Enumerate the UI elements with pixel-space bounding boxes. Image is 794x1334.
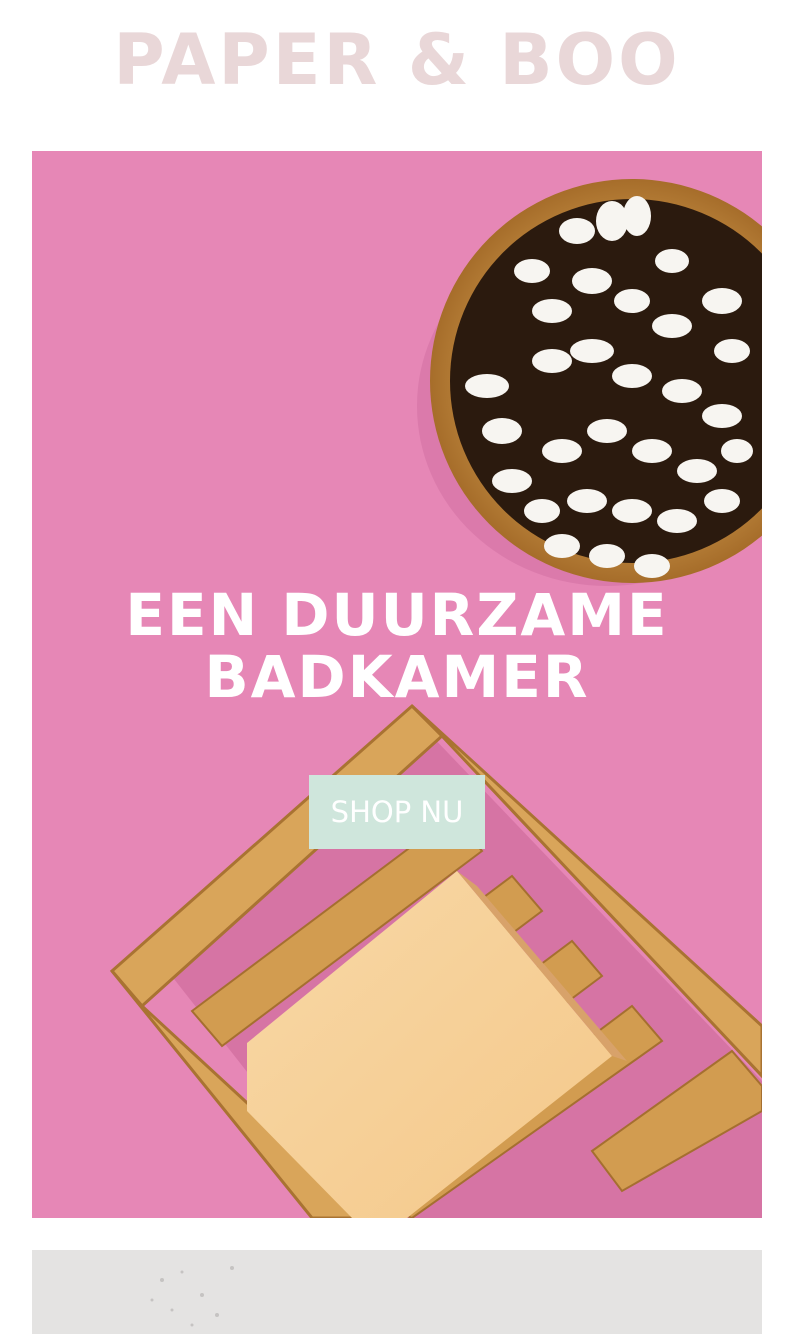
hero-headline-line2: BADKAMER (204, 643, 590, 711)
shop-now-button[interactable]: SHOP NU (309, 775, 485, 849)
second-tile-image (32, 1250, 762, 1334)
hero-headline-line1: EEN DUURZAME (125, 581, 669, 649)
hero-banner[interactable]: EEN DUURZAME BADKAMER SHOP NU (32, 151, 762, 1218)
hero-headline: EEN DUURZAME BADKAMER (32, 584, 762, 708)
second-promo-tile[interactable] (32, 1250, 762, 1334)
brand-logo[interactable]: PAPER & BOO (0, 22, 794, 98)
